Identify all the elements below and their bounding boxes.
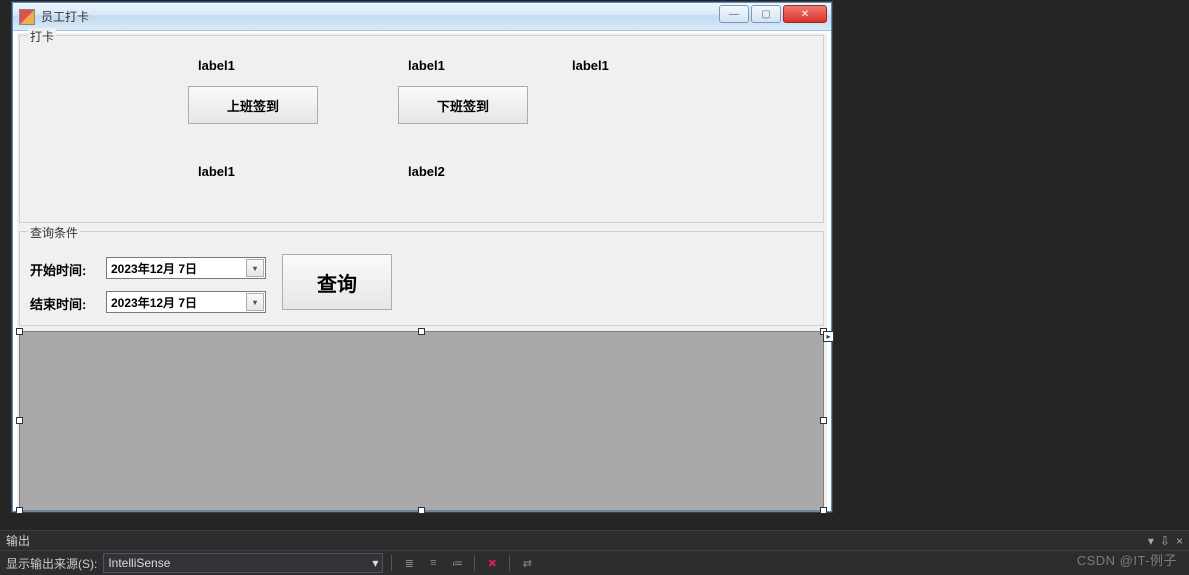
groupbox-query-title: 查询条件 [28,224,80,241]
resize-handle[interactable] [16,328,23,335]
toolbar-separator [509,555,510,571]
maximize-button[interactable]: ▢ [751,5,781,23]
sync-icon[interactable]: ⇄ [518,554,536,572]
client-area: 打卡 label1 label1 label1 上班签到 下班签到 label1… [17,33,827,507]
smart-tag-icon[interactable] [823,331,834,342]
output-source-select[interactable]: IntelliSense ▾ [103,553,383,573]
output-panel: 输出 ▾ ⇩ × 显示输出来源(S): IntelliSense ▾ ≣ ≡ ≔… [0,530,1189,575]
datagridview[interactable] [19,331,824,511]
groupbox-query: 查询条件 开始时间: 2023年12月 7日 ▾ 结束时间: 2023年12月 … [19,231,824,326]
window-controls: — ▢ ✕ [719,5,827,23]
label-top-3: label1 [572,58,609,73]
label-top-2: label1 [408,58,445,73]
titlebar[interactable]: 员工打卡 — ▢ ✕ [13,3,831,31]
checkin-button[interactable]: 上班签到 [188,86,318,124]
toolbar-separator [474,555,475,571]
window-title: 员工打卡 [41,8,89,25]
label-top-1: label1 [198,58,235,73]
dropdown-icon[interactable]: ▾ [1148,534,1154,548]
label-bottom-2: label2 [408,164,445,179]
output-source-value: IntelliSense [108,556,170,570]
close-button[interactable]: ✕ [783,5,827,23]
groupbox-checkin: 打卡 label1 label1 label1 上班签到 下班签到 label1… [19,35,824,223]
watermark: CSDN @IT-例子 [1077,550,1177,569]
designer-surface: 员工打卡 — ▢ ✕ 打卡 label1 label1 label1 上班签到 … [0,0,1189,530]
app-icon [19,9,35,25]
label-bottom-1: label1 [198,164,235,179]
resize-handle[interactable] [16,507,23,514]
checkout-button[interactable]: 下班签到 [398,86,528,124]
resize-handle[interactable] [418,507,425,514]
stop-icon[interactable]: ✖ [483,554,501,572]
output-panel-header[interactable]: 输出 ▾ ⇩ × [0,531,1189,551]
clear-icon[interactable]: ≣ [400,554,418,572]
output-panel-title: 输出 [6,532,30,549]
toggle-wrap-icon[interactable]: ≡ [424,554,442,572]
query-button[interactable]: 查询 [282,254,392,310]
output-toolbar: 显示输出来源(S): IntelliSense ▾ ≣ ≡ ≔ ✖ ⇄ [0,551,1189,575]
toggle-list-icon[interactable]: ≔ [448,554,466,572]
form-employee-checkin: 员工打卡 — ▢ ✕ 打卡 label1 label1 label1 上班签到 … [12,2,832,512]
resize-handle[interactable] [820,507,827,514]
calendar-drop-icon[interactable]: ▾ [246,293,264,311]
chevron-down-icon: ▾ [372,556,378,570]
output-source-label: 显示输出来源(S): [6,555,97,572]
end-date-text: 2023年12月 7日 [107,294,246,311]
groupbox-checkin-title: 打卡 [28,28,56,45]
start-datepicker[interactable]: 2023年12月 7日 ▾ [106,257,266,279]
toolbar-separator [391,555,392,571]
resize-handle[interactable] [418,328,425,335]
start-date-text: 2023年12月 7日 [107,260,246,277]
calendar-drop-icon[interactable]: ▾ [246,259,264,277]
end-datepicker[interactable]: 2023年12月 7日 ▾ [106,291,266,313]
resize-handle[interactable] [16,417,23,424]
start-time-label: 开始时间: [30,260,86,279]
close-panel-icon[interactable]: × [1176,534,1183,548]
end-time-label: 结束时间: [30,294,86,313]
pin-icon[interactable]: ⇩ [1160,534,1170,548]
resize-handle[interactable] [820,417,827,424]
minimize-button[interactable]: — [719,5,749,23]
